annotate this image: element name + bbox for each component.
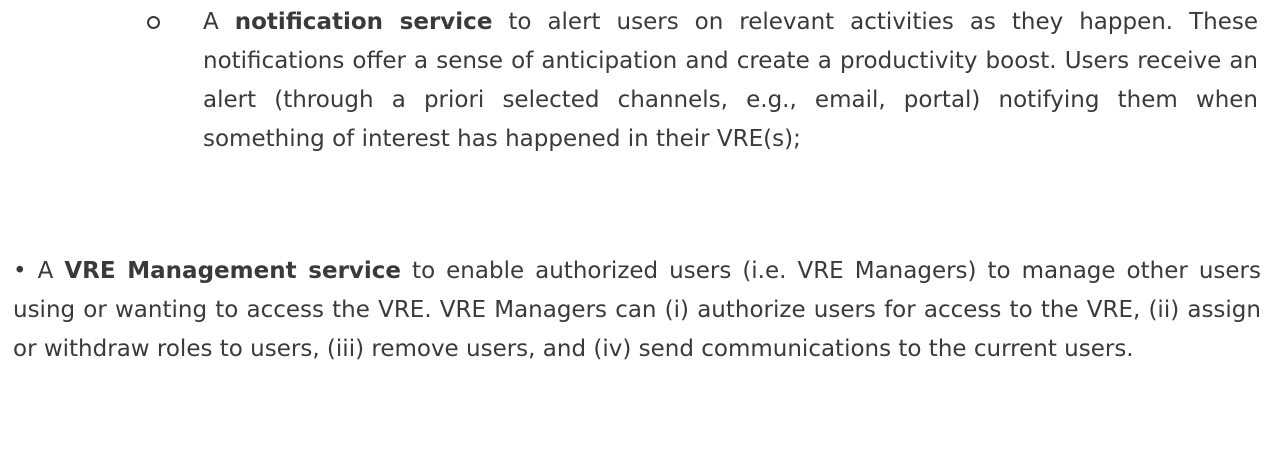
hollow-circle-bullet-icon	[147, 3, 161, 42]
notification-service-term: notification service	[234, 9, 493, 35]
notification-service-paragraph: A notification service to alert users on…	[203, 3, 1258, 159]
list-item-vre-management-service: • A VRE Management service to enable aut…	[13, 252, 1261, 369]
vre-management-lead: A	[26, 258, 65, 284]
bullet-dot-icon: •	[13, 258, 27, 284]
vre-management-service-term: VRE Management service	[64, 258, 402, 284]
notification-lead: A	[203, 9, 235, 35]
